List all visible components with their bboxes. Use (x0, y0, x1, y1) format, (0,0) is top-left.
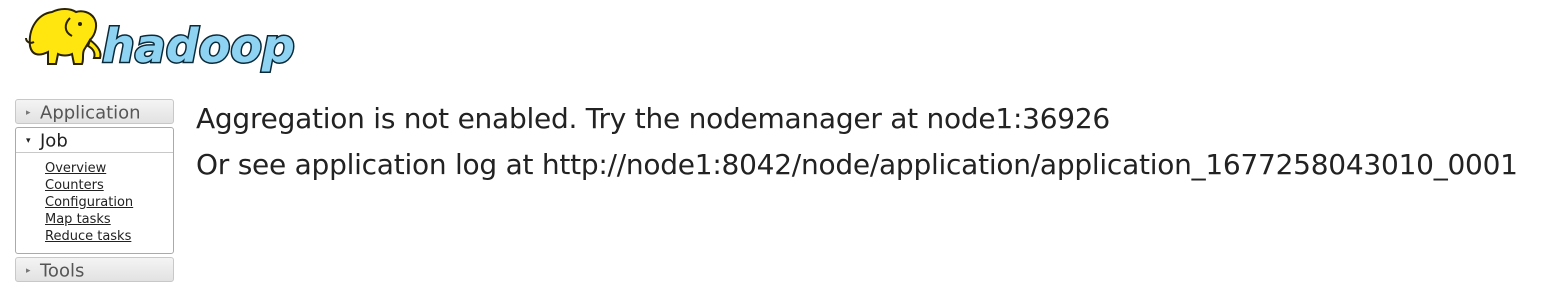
list-item: Configuration (45, 192, 173, 210)
nav-job-label: Job (40, 130, 68, 152)
aggregation-message: Aggregation is not enabled. Try the node… (196, 102, 1110, 135)
main-content: Aggregation is not enabled. Try the node… (196, 96, 1518, 188)
collapsed-arrow-icon: ▸ (26, 265, 31, 276)
elephant-icon (25, 8, 102, 65)
nav-tools-label: Tools (40, 260, 85, 282)
link-map-tasks[interactable]: Map tasks (45, 212, 111, 227)
link-overview[interactable]: Overview (45, 161, 106, 176)
list-item: Map tasks (45, 209, 173, 227)
application-log-message: Or see application log at http://node1:8… (196, 148, 1518, 181)
link-counters[interactable]: Counters (45, 178, 104, 193)
expanded-arrow-icon: ▾ (26, 135, 31, 146)
left-nav: ▸ Application ▾ Job Overview Counters Conf… (15, 99, 174, 282)
nav-application-label: Application (40, 102, 141, 124)
link-reduce-tasks[interactable]: Reduce tasks (45, 229, 131, 244)
nav-job-section: ▾ Job Overview Counters Configuration Map… (15, 127, 174, 254)
list-item: Counters (45, 175, 173, 193)
collapsed-arrow-icon: ▸ (26, 107, 31, 118)
nav-tools[interactable]: ▸ Tools (15, 257, 174, 282)
list-item: Reduce tasks (45, 226, 173, 244)
hadoop-logo: hadoop (14, 2, 319, 82)
list-item: Overview (45, 158, 173, 176)
job-links: Overview Counters Configuration Map task… (16, 153, 173, 244)
link-configuration[interactable]: Configuration (45, 195, 133, 210)
hadoop-wordmark: hadoop (102, 19, 295, 73)
nav-job[interactable]: ▾ Job (16, 128, 173, 153)
nav-application[interactable]: ▸ Application (15, 99, 174, 124)
